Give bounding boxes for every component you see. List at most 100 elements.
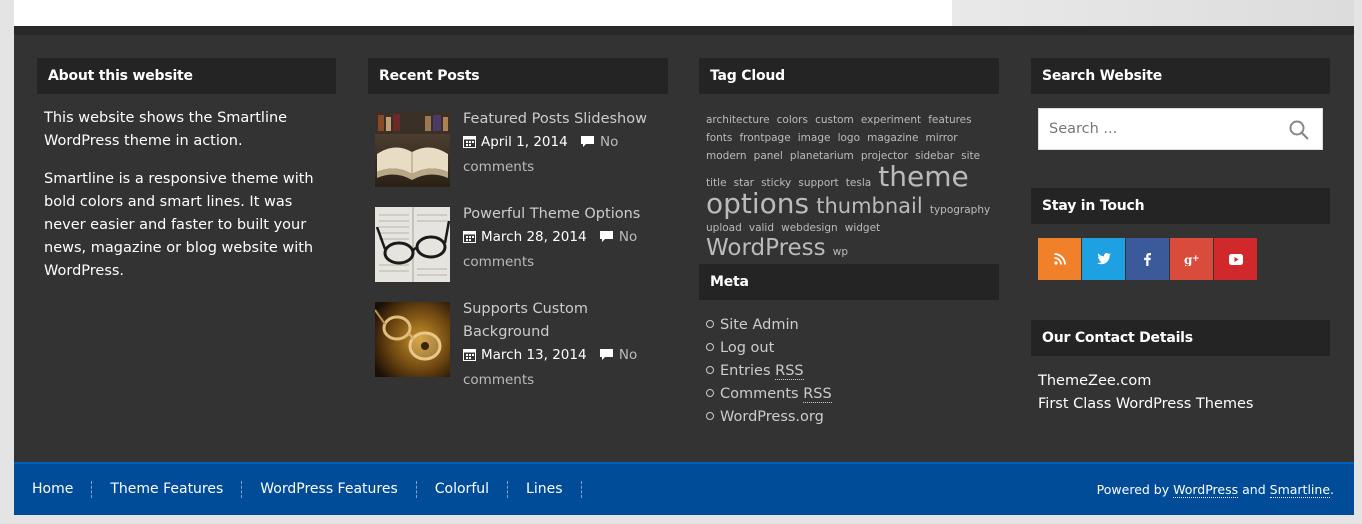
site-admin-link[interactable]: Site Admin [720,317,799,333]
post-thumbnail-book[interactable] [375,112,450,187]
tag-link[interactable]: webdesign [781,222,838,234]
tag-link[interactable]: valid [749,222,774,234]
bullet-icon [706,412,714,420]
post-meta: March 13, 2014 No comments [463,344,663,392]
search-form [1038,108,1323,150]
post-title-link[interactable]: Powerful Theme Options [463,203,663,226]
footer-nav-lines[interactable]: Lines [508,481,582,498]
widget-title-search: Search Website [1031,58,1330,94]
calendar-icon [463,346,476,369]
youtube-icon[interactable] [1214,238,1257,280]
about-paragraph-2: Smartline is a responsive theme with bol… [44,171,314,279]
and-text: and [1242,482,1266,497]
tag-link[interactable]: typography [930,204,990,216]
footer-nav-wordpress-features[interactable]: WordPress Features [242,481,417,498]
footer-nav-theme-features[interactable]: Theme Features [92,481,243,498]
post-info: Powerful Theme Options March 28, 2014 No… [463,203,663,274]
google-plus-icon[interactable]: g + [1170,238,1213,280]
post-date: March 13, 2014 [481,347,587,363]
bullet-icon [706,366,714,374]
post-title-link[interactable]: Supports Custom Background [463,298,663,344]
post-thumbnail-background[interactable] [375,302,450,377]
contact-details: ThemeZee.com First Class WordPress Theme… [1038,370,1254,416]
widget-title-tag-cloud: Tag Cloud [699,58,999,94]
bullet-icon [706,389,714,397]
contact-line-1: ThemeZee.com [1038,373,1152,389]
tag-link[interactable]: colors [777,114,808,126]
tag-link[interactable]: architecture [706,114,770,126]
meta-item-entries-rss: Entries RSS [706,360,832,383]
tag-link[interactable]: widget [845,222,880,234]
tag-link[interactable]: magazine [867,132,918,144]
tag-link[interactable]: tesla [846,177,871,189]
calendar-icon [463,228,476,251]
tag-link[interactable]: WordPress [706,235,826,261]
widget-title-contact: Our Contact Details [1031,320,1330,356]
tag-link[interactable]: logo [838,132,860,144]
svg-text:+: + [1192,254,1200,264]
widget-title-stay-in-touch: Stay in Touch [1031,188,1330,224]
tag-link[interactable]: mirror [926,132,958,144]
about-paragraph-1: This website shows the Smartline WordPre… [44,110,288,149]
post-title-link[interactable]: Featured Posts Slideshow [463,108,663,131]
rss-icon[interactable] [1038,238,1081,280]
log-out-link[interactable]: Log out [720,340,774,356]
rss-abbr: RSS [775,363,804,380]
tag-link[interactable]: thumbnail [816,194,923,218]
comment-icon [599,228,614,251]
twitter-icon[interactable] [1082,238,1125,280]
footer-navigation: Home Theme Features WordPress Features C… [14,464,582,515]
tag-link[interactable]: modern [706,150,747,162]
tag-link[interactable]: planetarium [790,150,854,162]
smartline-credit-link[interactable]: Smartline [1269,482,1331,498]
tag-link[interactable]: upload [706,222,742,234]
tag-link[interactable]: image [798,132,831,144]
recent-post-item: Featured Posts Slideshow April 1, 2014 N… [375,111,668,187]
widget-title-about: About this website [37,58,336,94]
tag-link[interactable]: experiment [861,114,921,126]
search-input[interactable] [1039,109,1279,149]
post-date: March 28, 2014 [481,229,587,245]
comments-label: Comments [720,386,799,402]
wordpress-org-link[interactable]: WordPress.org [720,409,824,425]
post-date: April 1, 2014 [481,134,568,150]
tag-link[interactable]: wp [833,246,848,258]
meta-list: Site Admin Log out Entries RSS Comments … [706,314,832,429]
about-widget-text: This website shows the Smartline WordPre… [44,107,336,298]
meta-item-log-out: Log out [706,337,832,360]
wordpress-credit-link[interactable]: WordPress [1173,482,1239,498]
contact-line-2: First Class WordPress Themes [1038,396,1254,412]
tag-link[interactable]: frontpage [739,132,790,144]
meta-item-wordpress-org: WordPress.org [706,406,832,429]
bullet-icon [706,320,714,328]
meta-item-comments-rss: Comments RSS [706,383,832,406]
tag-link[interactable]: features [928,114,971,126]
bullet-icon [706,343,714,351]
comment-icon [599,346,614,369]
powered-by-text: Powered by [1096,482,1170,497]
calendar-icon [463,133,476,156]
footer-nav-home[interactable]: Home [14,481,93,498]
rss-abbr: RSS [803,386,832,403]
footer-bar: Home Theme Features WordPress Features C… [14,462,1354,515]
period-text: . [1330,482,1334,497]
recent-post-item: Supports Custom Background March 13, 201… [375,301,668,388]
facebook-icon[interactable] [1126,238,1169,280]
post-info: Featured Posts Slideshow April 1, 2014 N… [463,108,663,179]
tag-link[interactable]: panel [754,150,783,162]
tag-link[interactable]: fonts [706,132,732,144]
comments-rss-link[interactable]: Comments RSS [720,386,832,403]
search-icon[interactable] [1288,119,1310,141]
meta-item-site-admin: Site Admin [706,314,832,337]
recent-post-item: Powerful Theme Options March 28, 2014 No… [375,206,668,282]
post-meta: March 28, 2014 No comments [463,226,663,274]
content-area-bottom [14,0,952,26]
tag-link[interactable]: custom [815,114,854,126]
post-thumbnail-glasses[interactable] [375,207,450,282]
entries-rss-link[interactable]: Entries RSS [720,363,804,380]
sidebar-area-bottom [952,0,1354,26]
entries-label: Entries [720,363,771,379]
footer-nav-colorful[interactable]: Colorful [417,481,509,498]
post-info: Supports Custom Background March 13, 201… [463,298,663,392]
footer-credit: Powered by WordPress and Smartline. [1097,464,1334,515]
